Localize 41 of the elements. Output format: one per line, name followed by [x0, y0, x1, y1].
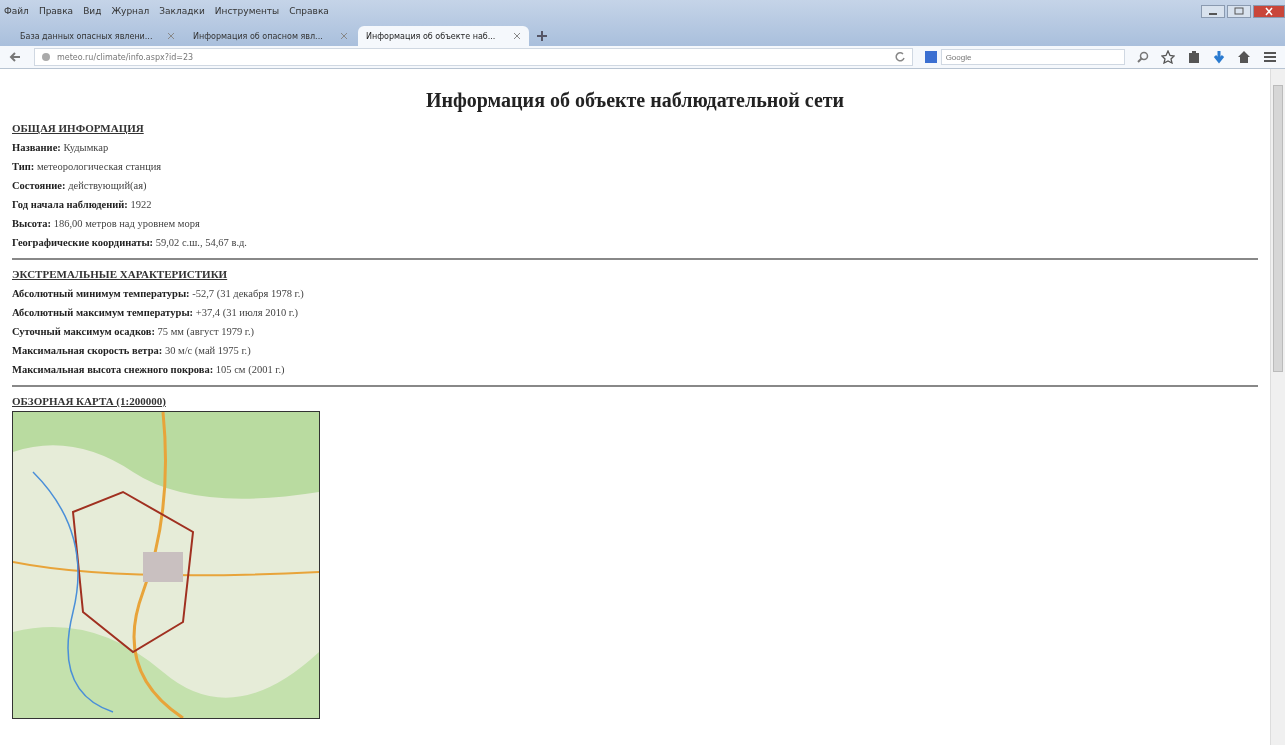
reload-icon[interactable] — [894, 51, 906, 63]
browser-tab[interactable]: База данных опасных явлени... — [12, 26, 183, 46]
globe-icon — [41, 52, 51, 62]
menu-item[interactable]: Справка — [289, 6, 329, 16]
page-title: Информация об объекте наблюдательной сети — [424, 89, 846, 112]
clipboard-icon[interactable] — [1187, 50, 1201, 64]
browser-tab[interactable]: Информация об объекте наб... — [358, 26, 529, 46]
menu-item[interactable]: Журнал — [111, 6, 150, 16]
menu-item[interactable]: Правка — [38, 6, 74, 16]
close-icon[interactable] — [513, 32, 521, 40]
field-line: Название: Кудымкар — [12, 141, 110, 155]
section-heading: ЭКСТРЕМАЛЬНЫЕ ХАРАКТЕРИСТИКИ — [12, 268, 229, 280]
search-field[interactable]: Google — [940, 49, 1125, 65]
field-line: Тип: метеорологическая станция — [12, 160, 163, 174]
field-line: Абсолютный минимум температуры: -52,7 (31 декабря 1978 г.) — [12, 287, 305, 301]
new-tab-icon[interactable] — [537, 31, 547, 41]
download-icon[interactable] — [1213, 50, 1225, 64]
menu-item[interactable]: Вид — [83, 6, 102, 16]
field-line: Максимальная скорость ветра: 30 м/с (май 1975 г.) — [12, 344, 252, 358]
section-heading: ОБЗОРНАЯ КАРТА (1:200000) — [12, 395, 167, 407]
address-field[interactable]: meteo.ru/climate/info.aspx?id=23 — [34, 48, 913, 66]
field-line: Суточный максимум осадков: 75 мм (август 1979 г.) — [12, 325, 256, 339]
field-line: Географические координаты: 59,02 с.ш., 54,67 в.д. — [12, 236, 248, 250]
menu-item[interactable]: Инструменты — [214, 6, 280, 16]
menu-icon[interactable] — [1263, 51, 1277, 63]
field-line: Состояние: действующий(ая) — [12, 179, 148, 193]
close-button[interactable] — [1253, 4, 1285, 18]
field-line: Абсолютный максимум температуры: +37,4 (31 июля 2010 г.) — [12, 306, 300, 320]
back-icon[interactable] — [8, 51, 22, 63]
scrollbar[interactable] — [1270, 69, 1285, 745]
browser-tab[interactable]: Информация об опасном явл... — [185, 26, 356, 46]
search-icon[interactable] — [1137, 51, 1149, 63]
minimize-button[interactable] — [1201, 4, 1225, 18]
field-line: Год начала наблюдений: 1922 — [12, 198, 153, 212]
star-icon[interactable] — [1161, 50, 1175, 64]
section-heading: ОБЩАЯ ИНФОРМАЦИЯ — [12, 122, 145, 134]
field-line: Высота: 186,00 метров над уровнем моря — [12, 217, 201, 231]
field-line: Максимальная высота снежного покрова: 105 см (2001 г.) — [12, 363, 286, 377]
home-icon[interactable] — [1237, 50, 1251, 64]
menu-item[interactable]: Закладки — [159, 6, 205, 16]
menu-item[interactable]: Файл — [4, 6, 29, 16]
